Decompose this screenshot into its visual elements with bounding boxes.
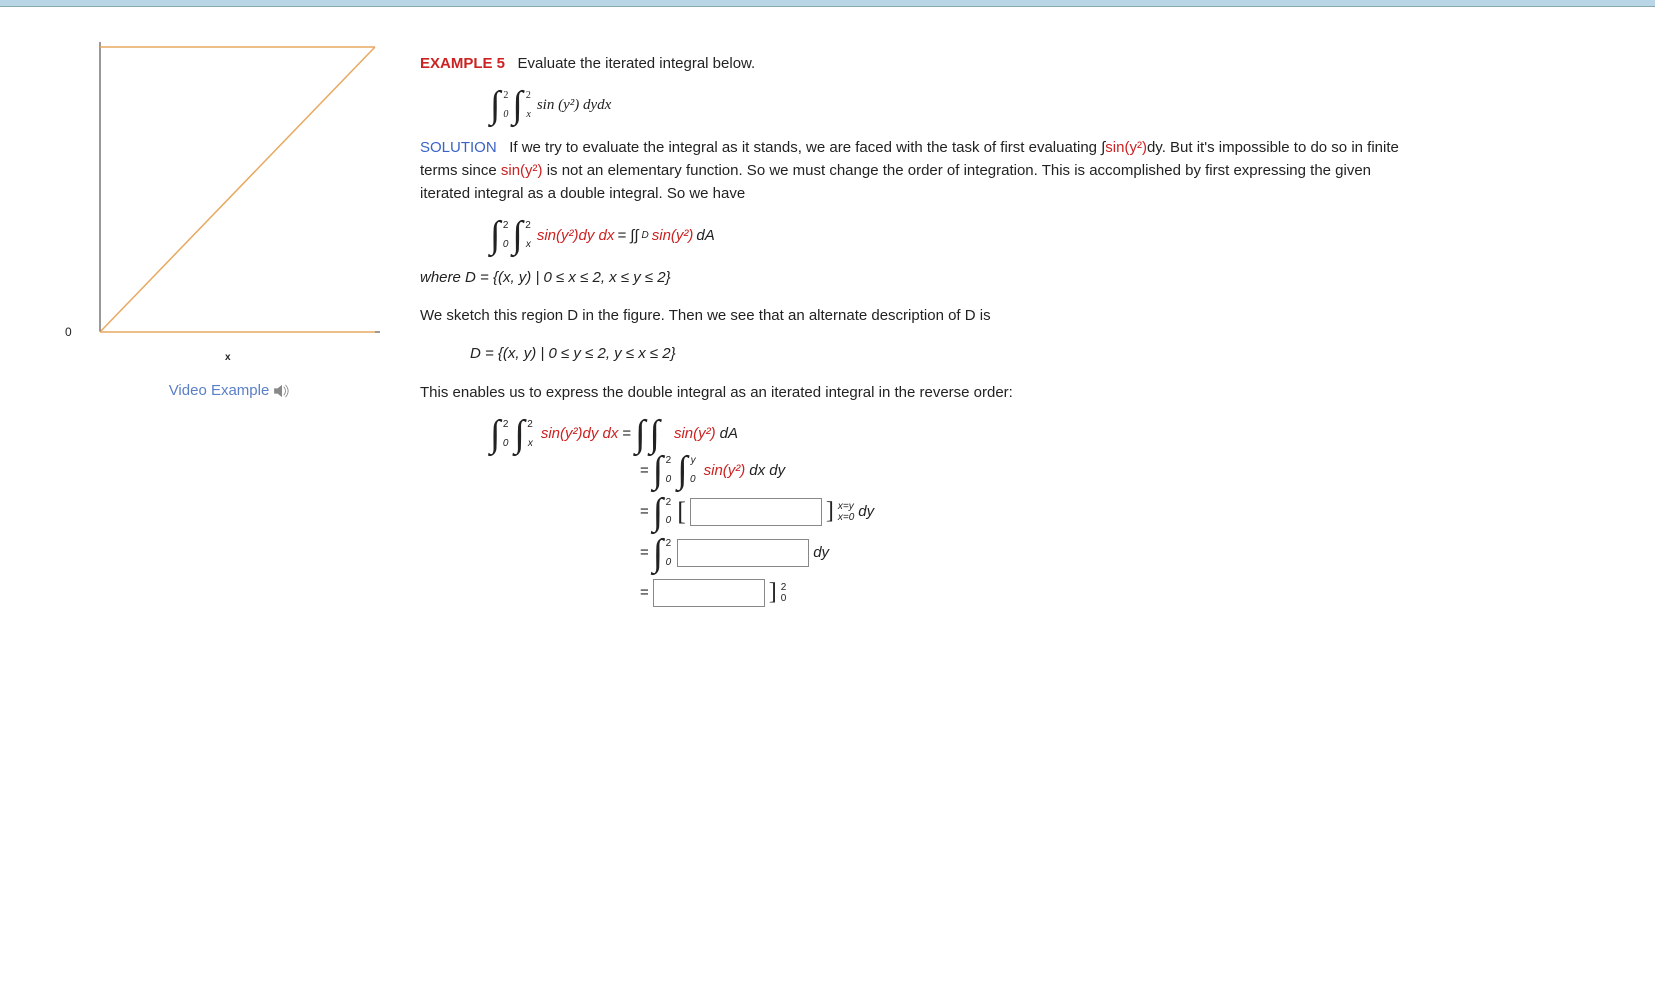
left-column: 0 x Video Example xyxy=(60,37,400,617)
answer-input-3[interactable] xyxy=(653,579,765,607)
chain-line-2: = ∫20 ∫y0 sin(y²)dx dy xyxy=(640,455,1420,485)
chain-line-1: ∫20 ∫2x sin(y²)dy dx = ∫ ∫ sin(y²)dA xyxy=(490,419,1420,449)
axis-origin-label: 0 xyxy=(65,325,72,339)
where-D-text: where D = {(x, y) | 0 ≤ x ≤ 2, x ≤ y ≤ 2… xyxy=(420,266,1420,289)
region-figure: 0 x xyxy=(80,42,380,342)
example-label: EXAMPLE 5 xyxy=(420,55,505,72)
alt-D-text: D = {(x, y) | 0 ≤ y ≤ 2, y ≤ x ≤ 2} xyxy=(470,342,1420,365)
solution-label: SOLUTION xyxy=(420,139,497,156)
integrand-1: sin (y²) dydx xyxy=(537,94,611,117)
speaker-icon xyxy=(273,384,291,398)
video-example-label: Video Example xyxy=(169,382,270,399)
chain-line-5: = ] 20 xyxy=(640,574,1420,611)
reverse-order-text: This enables us to express the double in… xyxy=(420,381,1420,404)
answer-input-1[interactable] xyxy=(690,498,822,526)
axis-x-label: x xyxy=(225,352,231,363)
integral-display-2: ∫ 2 0 ∫ 2 x sin(y²)dy dx = ∫∫D sin(y²)dA xyxy=(490,220,1420,250)
chain-line-4: = ∫20 dy xyxy=(640,538,1420,568)
video-example-link[interactable]: Video Example xyxy=(169,382,292,399)
chain-line-3: = ∫20 [ ] x=yx=0 dy xyxy=(640,492,1420,532)
sketch-text: We sketch this region D in the figure. T… xyxy=(420,304,1420,327)
top-border xyxy=(0,0,1655,7)
main-column: EXAMPLE 5 Evaluate the iterated integral… xyxy=(400,37,1420,617)
example-heading: EXAMPLE 5 Evaluate the iterated integral… xyxy=(420,52,1420,75)
integral-display-1: ∫ 2 0 ∫ 2 x sin (y²) dydx xyxy=(490,90,1420,120)
example-prompt: Evaluate the iterated integral below. xyxy=(518,55,756,72)
equation-chain: ∫20 ∫2x sin(y²)dy dx = ∫ ∫ sin(y²)dA = ∫… xyxy=(490,419,1420,612)
answer-input-2[interactable] xyxy=(677,539,809,567)
page-content: 0 x Video Example EXAMPLE 5 Evaluate the… xyxy=(0,7,1655,657)
solution-paragraph-1: SOLUTION If we try to evaluate the integ… xyxy=(420,136,1420,206)
